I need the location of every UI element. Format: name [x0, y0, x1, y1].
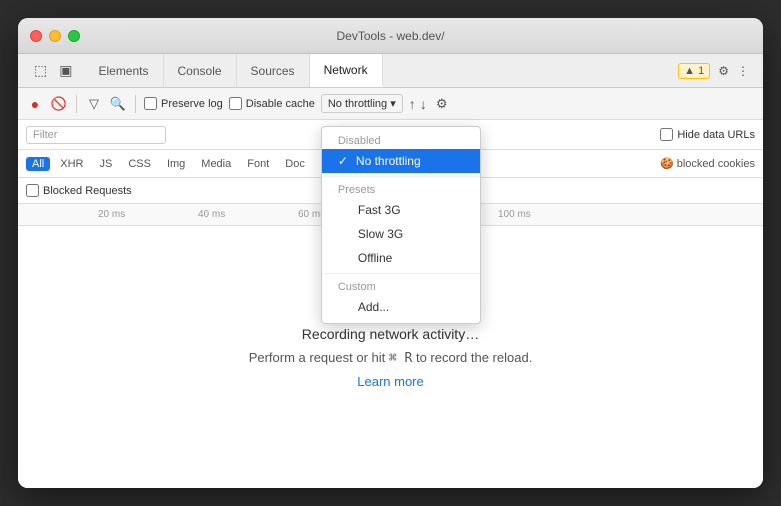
maximize-button[interactable] [68, 30, 80, 42]
blocked-requests-checkbox[interactable] [26, 184, 39, 197]
dropdown-sep1 [322, 176, 480, 177]
type-css-button[interactable]: CSS [122, 157, 157, 171]
filter-input[interactable] [26, 126, 166, 144]
blocked-requests-label[interactable]: Blocked Requests [26, 184, 132, 197]
cursor-icon[interactable]: ⬚ [30, 60, 51, 81]
learn-more-link[interactable]: Learn more [357, 374, 423, 389]
network-settings-icon[interactable]: ⚙ [433, 95, 451, 113]
no-throttling-item[interactable]: ✓ No throttling [322, 149, 480, 173]
preserve-log-checkbox[interactable] [144, 97, 157, 110]
more-icon[interactable]: ⋮ [737, 64, 749, 78]
network-toolbar: ● 🚫 ▽ 🔍 Preserve log Disable cache No th… [18, 88, 763, 120]
type-all-button[interactable]: All [26, 157, 50, 171]
download-icon[interactable]: ↓ [420, 96, 427, 112]
upload-icon[interactable]: ↑ [409, 96, 416, 112]
slow3g-item[interactable]: Slow 3G [322, 222, 480, 246]
disabled-section-label: Disabled [322, 131, 480, 149]
titlebar: DevTools - web.dev/ [18, 18, 763, 54]
throttle-button[interactable]: No throttling ▾ [321, 94, 403, 113]
search-icon[interactable]: 🔍 [109, 95, 127, 113]
tab-console[interactable]: Console [164, 54, 237, 87]
devtools-window: DevTools - web.dev/ ⬚ ▣ Elements Console… [18, 18, 763, 488]
filter-icon[interactable]: ▽ [85, 95, 103, 113]
tick-20ms: 20 ms [98, 209, 125, 220]
type-img-button[interactable]: Img [161, 157, 191, 171]
panel-icon[interactable]: ▣ [55, 60, 76, 81]
blocked-cookies-label: 🍪 blocked cookies [660, 157, 755, 170]
type-doc-button[interactable]: Doc [279, 157, 311, 171]
custom-section-label: Custom [322, 277, 480, 295]
window-title: DevTools - web.dev/ [336, 29, 444, 43]
close-button[interactable] [30, 30, 42, 42]
upload-download-controls: ↑ ↓ [409, 96, 427, 112]
hide-data-checkbox[interactable] [660, 128, 673, 141]
offline-item[interactable]: Offline [322, 246, 480, 270]
separator [76, 95, 77, 113]
record-button[interactable]: ● [26, 95, 44, 113]
recording-text: Recording network activity… [302, 326, 479, 342]
dropdown-sep2 [322, 273, 480, 274]
traffic-lights [30, 30, 80, 42]
settings-icon[interactable]: ⚙ [718, 64, 729, 78]
check-icon: ✓ [338, 154, 348, 168]
hide-data-label[interactable]: Hide data URLs [660, 128, 755, 141]
throttle-dropdown: Disabled ✓ No throttling Presets Fast 3G… [321, 126, 481, 324]
disable-cache-checkbox[interactable] [229, 97, 242, 110]
presets-section-label: Presets [322, 180, 480, 198]
type-media-button[interactable]: Media [195, 157, 237, 171]
add-item[interactable]: Add... [322, 295, 480, 319]
tab-sources[interactable]: Sources [237, 54, 310, 87]
tab-icons: ⬚ ▣ [22, 60, 84, 81]
type-js-button[interactable]: JS [93, 157, 118, 171]
tab-network[interactable]: Network [310, 54, 383, 87]
preserve-log-label[interactable]: Preserve log [144, 97, 223, 110]
type-xhr-button[interactable]: XHR [54, 157, 89, 171]
separator2 [135, 95, 136, 113]
type-font-button[interactable]: Font [241, 157, 275, 171]
fast3g-item[interactable]: Fast 3G [322, 198, 480, 222]
tick-40ms: 40 ms [198, 209, 225, 220]
warning-badge[interactable]: ▲ 1 [678, 63, 710, 79]
tabs-bar: ⬚ ▣ Elements Console Sources Network ▲ 1… [18, 54, 763, 88]
tab-elements[interactable]: Elements [84, 54, 163, 87]
tick-100ms: 100 ms [498, 209, 531, 220]
stop-button[interactable]: 🚫 [50, 95, 68, 113]
tabs: Elements Console Sources Network [84, 54, 668, 87]
minimize-button[interactable] [49, 30, 61, 42]
disable-cache-label[interactable]: Disable cache [229, 97, 315, 110]
throttle-dropdown-container: No throttling ▾ Disabled ✓ No throttling… [321, 94, 403, 113]
tabs-right: ▲ 1 ⚙ ⋮ [668, 63, 759, 79]
recording-subtext: Perform a request or hit ⌘ R to record t… [249, 350, 533, 366]
devtools-body: ⬚ ▣ Elements Console Sources Network ▲ 1… [18, 54, 763, 488]
